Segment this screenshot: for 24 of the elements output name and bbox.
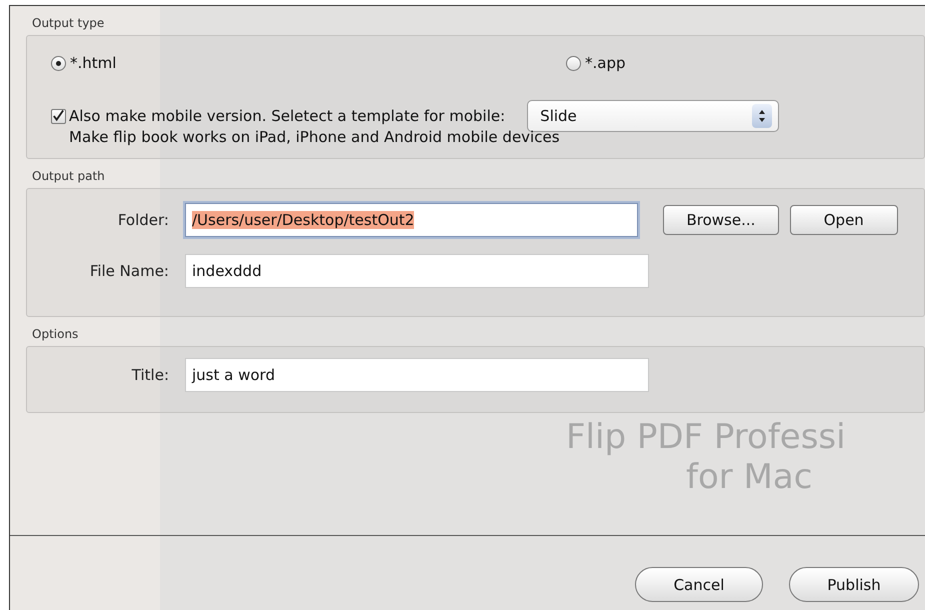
radio-icon [51, 56, 66, 70]
stepper-icon [752, 104, 772, 128]
background-text: Flip PDF Professi [566, 417, 846, 457]
checkbox-label: Also make mobile version. Seletect a template for mobile: [69, 107, 506, 125]
radio-option[interactable]: *.html [51, 54, 566, 72]
section-title: Options [32, 327, 80, 341]
background-text: for Mac [686, 457, 812, 497]
checkbox[interactable] [51, 108, 66, 124]
file-name-field[interactable]: indexddd [185, 254, 649, 288]
cancel-button[interactable]: Cancel [635, 567, 763, 602]
field-label: Title: [130, 366, 170, 384]
radio-option[interactable]: *.app [566, 54, 626, 72]
folder-field[interactable]: /Users/user/Desktop/testOut2 [185, 203, 638, 237]
field-label: File Name: [88, 262, 170, 280]
section-title: Output type [32, 16, 106, 30]
field-label: Folder: [116, 211, 170, 229]
section-title: Output path [32, 169, 106, 183]
radio-icon [566, 56, 581, 70]
open-button[interactable]: Open [790, 205, 898, 235]
checkmark-icon [52, 109, 65, 123]
title-field[interactable]: just a word [185, 358, 649, 392]
publish-button[interactable]: Publish [789, 567, 919, 602]
template-select[interactable]: Slide [527, 100, 780, 132]
browse-button[interactable]: Browse... [663, 205, 779, 235]
